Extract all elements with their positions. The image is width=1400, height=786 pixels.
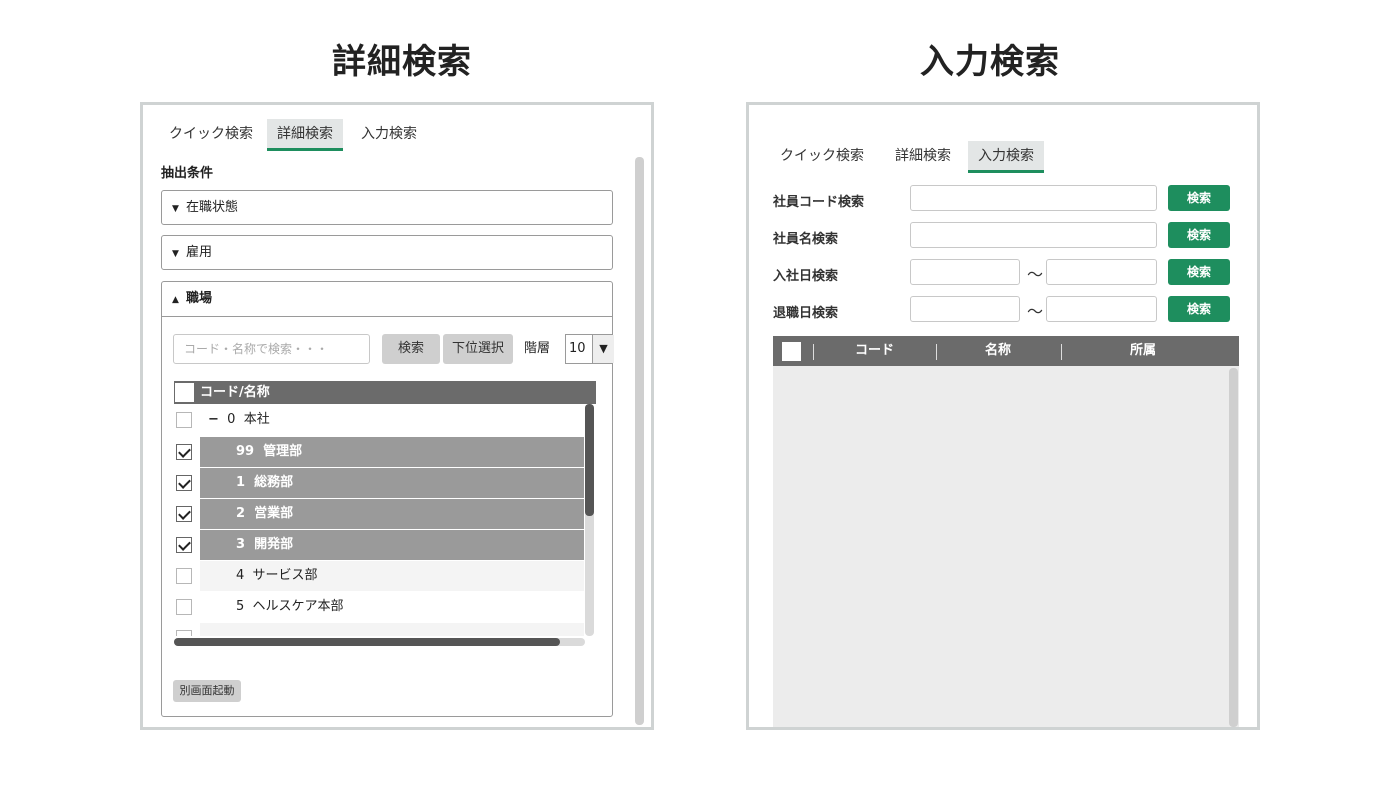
scroll-thumb[interactable] — [585, 404, 594, 516]
tree-row[interactable]: 4 サービス部 — [174, 561, 584, 591]
row-checkbox[interactable] — [176, 412, 192, 428]
hire-date-from-input[interactable] — [910, 259, 1020, 285]
detail-search-panel: クイック検索 詳細検索 入力検索 抽出条件 ▼ 在職状態 ▼ 雇用 ▲ 職場 コード・… — [140, 102, 654, 730]
row-code: 2 — [236, 506, 246, 521]
row-code: 3 — [236, 537, 246, 552]
collapse-icon[interactable]: − — [208, 412, 219, 427]
employee-name-label: 社員名検索 — [773, 232, 839, 247]
chevron-down-icon: ▼ — [172, 204, 179, 214]
row-checkbox[interactable] — [176, 444, 192, 460]
row-name: 管理部 — [263, 444, 303, 459]
tree-vertical-scrollbar[interactable] — [585, 404, 594, 636]
results-table-body — [773, 366, 1239, 727]
tree-row[interactable]: 99 管理部 — [174, 437, 584, 467]
tab-detail-search[interactable]: 詳細検索 — [885, 141, 961, 173]
column-divider — [1061, 344, 1062, 360]
tree-row[interactable]: 1 総務部 — [174, 468, 584, 498]
row-code: 99 — [236, 444, 255, 459]
level-select[interactable]: 10 ▼ — [565, 334, 614, 364]
right-heading: 入力検索 — [920, 42, 1060, 82]
retirement-date-label: 退職日検索 — [773, 306, 839, 321]
select-all-checkbox[interactable] — [175, 383, 194, 402]
code-name-search-input[interactable]: コード・名称で検索・・・ — [173, 334, 370, 364]
section-label: 抽出条件 — [161, 166, 214, 181]
chevron-down-icon: ▼ — [172, 249, 179, 259]
retirement-date-to-input[interactable] — [1046, 296, 1157, 322]
accordion-employment-status[interactable]: ▼ 在職状態 — [161, 190, 613, 225]
level-value: 10 — [569, 341, 586, 356]
accordion-employment[interactable]: ▼ 雇用 — [161, 235, 613, 270]
accordion-label: 在職状態 — [186, 200, 239, 215]
row-checkbox[interactable] — [176, 568, 192, 584]
header-code[interactable]: コード — [855, 336, 894, 366]
tab-input-search[interactable]: 入力検索 — [968, 141, 1044, 173]
employee-name-input[interactable] — [910, 222, 1157, 248]
dropdown-arrow-icon: ▼ — [592, 335, 614, 363]
tree-row[interactable]: 3 開発部 — [174, 530, 584, 560]
header-department[interactable]: 所属 — [1130, 336, 1156, 366]
row-name: 総務部 — [254, 475, 294, 490]
tab-quick-search[interactable]: クイック検索 — [770, 141, 874, 173]
accordion-label: 職場 — [186, 291, 213, 306]
row-checkbox[interactable] — [176, 630, 192, 636]
employee-name-search-button[interactable]: 検索 — [1168, 222, 1230, 248]
scroll-thumb[interactable] — [174, 638, 560, 646]
left-heading: 詳細検索 — [332, 42, 472, 82]
row-code: 1 — [236, 475, 246, 490]
employee-code-search-button[interactable]: 検索 — [1168, 185, 1230, 211]
tab-quick-search[interactable]: クイック検索 — [159, 119, 263, 151]
row-checkbox[interactable] — [176, 537, 192, 553]
row-code: 4 — [236, 568, 245, 583]
tree-row[interactable]: − 0 本社 — [174, 405, 584, 435]
row-checkbox[interactable] — [176, 506, 192, 522]
tree-header: コード/名称 — [174, 381, 596, 404]
tab-detail-search[interactable]: 詳細検索 — [267, 119, 343, 151]
open-popup-button[interactable]: 別画面起動 — [173, 680, 241, 702]
tree-horizontal-scrollbar[interactable] — [174, 638, 585, 646]
retirement-date-search-button[interactable]: 検索 — [1168, 296, 1230, 322]
hire-date-label: 入社日検索 — [773, 269, 839, 284]
range-separator: 〜 — [1027, 265, 1044, 284]
row-code: 0 — [227, 412, 236, 427]
row-name: 開発部 — [254, 537, 294, 552]
hire-date-search-button[interactable]: 検索 — [1168, 259, 1230, 285]
tree-body: − 0 本社 99 管理部 1 総務部 2 営業部 3 開発部 4 サービス部 … — [162, 404, 612, 636]
header-code-name: コード/名称 — [200, 385, 270, 400]
row-checkbox[interactable] — [176, 599, 192, 615]
accordion-workplace-header[interactable]: ▲ 職場 — [162, 282, 612, 317]
chevron-up-icon: ▲ — [172, 295, 179, 305]
row-name: 営業部 — [254, 506, 294, 521]
results-table-header: コード 名称 所属 — [773, 336, 1239, 366]
sub-select-button[interactable]: 下位選択 — [443, 334, 513, 364]
accordion-label: 雇用 — [186, 245, 213, 260]
range-separator: 〜 — [1027, 302, 1044, 321]
column-divider — [813, 344, 814, 360]
hire-date-to-input[interactable] — [1046, 259, 1157, 285]
row-name: サービス部 — [252, 568, 318, 583]
row-name: ヘルスケア本部 — [252, 599, 344, 614]
tab-input-search[interactable]: 入力検索 — [351, 119, 427, 151]
row-code: 5 — [236, 599, 245, 614]
accordion-workplace: ▲ 職場 コード・名称で検索・・・ 検索 下位選択 階層 10 ▼ コード/名称 … — [161, 281, 614, 717]
retirement-date-from-input[interactable] — [910, 296, 1020, 322]
header-name[interactable]: 名称 — [985, 336, 1011, 366]
select-all-checkbox[interactable] — [782, 342, 801, 361]
tree-row[interactable]: 2 営業部 — [174, 499, 584, 529]
tree-row[interactable]: 5 ヘルスケア本部 — [174, 592, 584, 622]
tree-row — [174, 623, 584, 636]
column-divider — [936, 344, 937, 360]
search-placeholder: コード・名称で検索・・・ — [184, 342, 329, 356]
row-name: 本社 — [243, 412, 270, 427]
level-label: 階層 — [524, 341, 551, 356]
panel-scrollbar[interactable] — [635, 157, 644, 725]
results-scrollbar[interactable] — [1229, 368, 1238, 727]
input-search-panel: クイック検索 詳細検索 入力検索 社員コード検索 検索 社員名検索 検索 入社日… — [746, 102, 1260, 730]
search-button[interactable]: 検索 — [382, 334, 440, 364]
employee-code-input[interactable] — [910, 185, 1157, 211]
row-checkbox[interactable] — [176, 475, 192, 491]
employee-code-label: 社員コード検索 — [773, 195, 865, 210]
